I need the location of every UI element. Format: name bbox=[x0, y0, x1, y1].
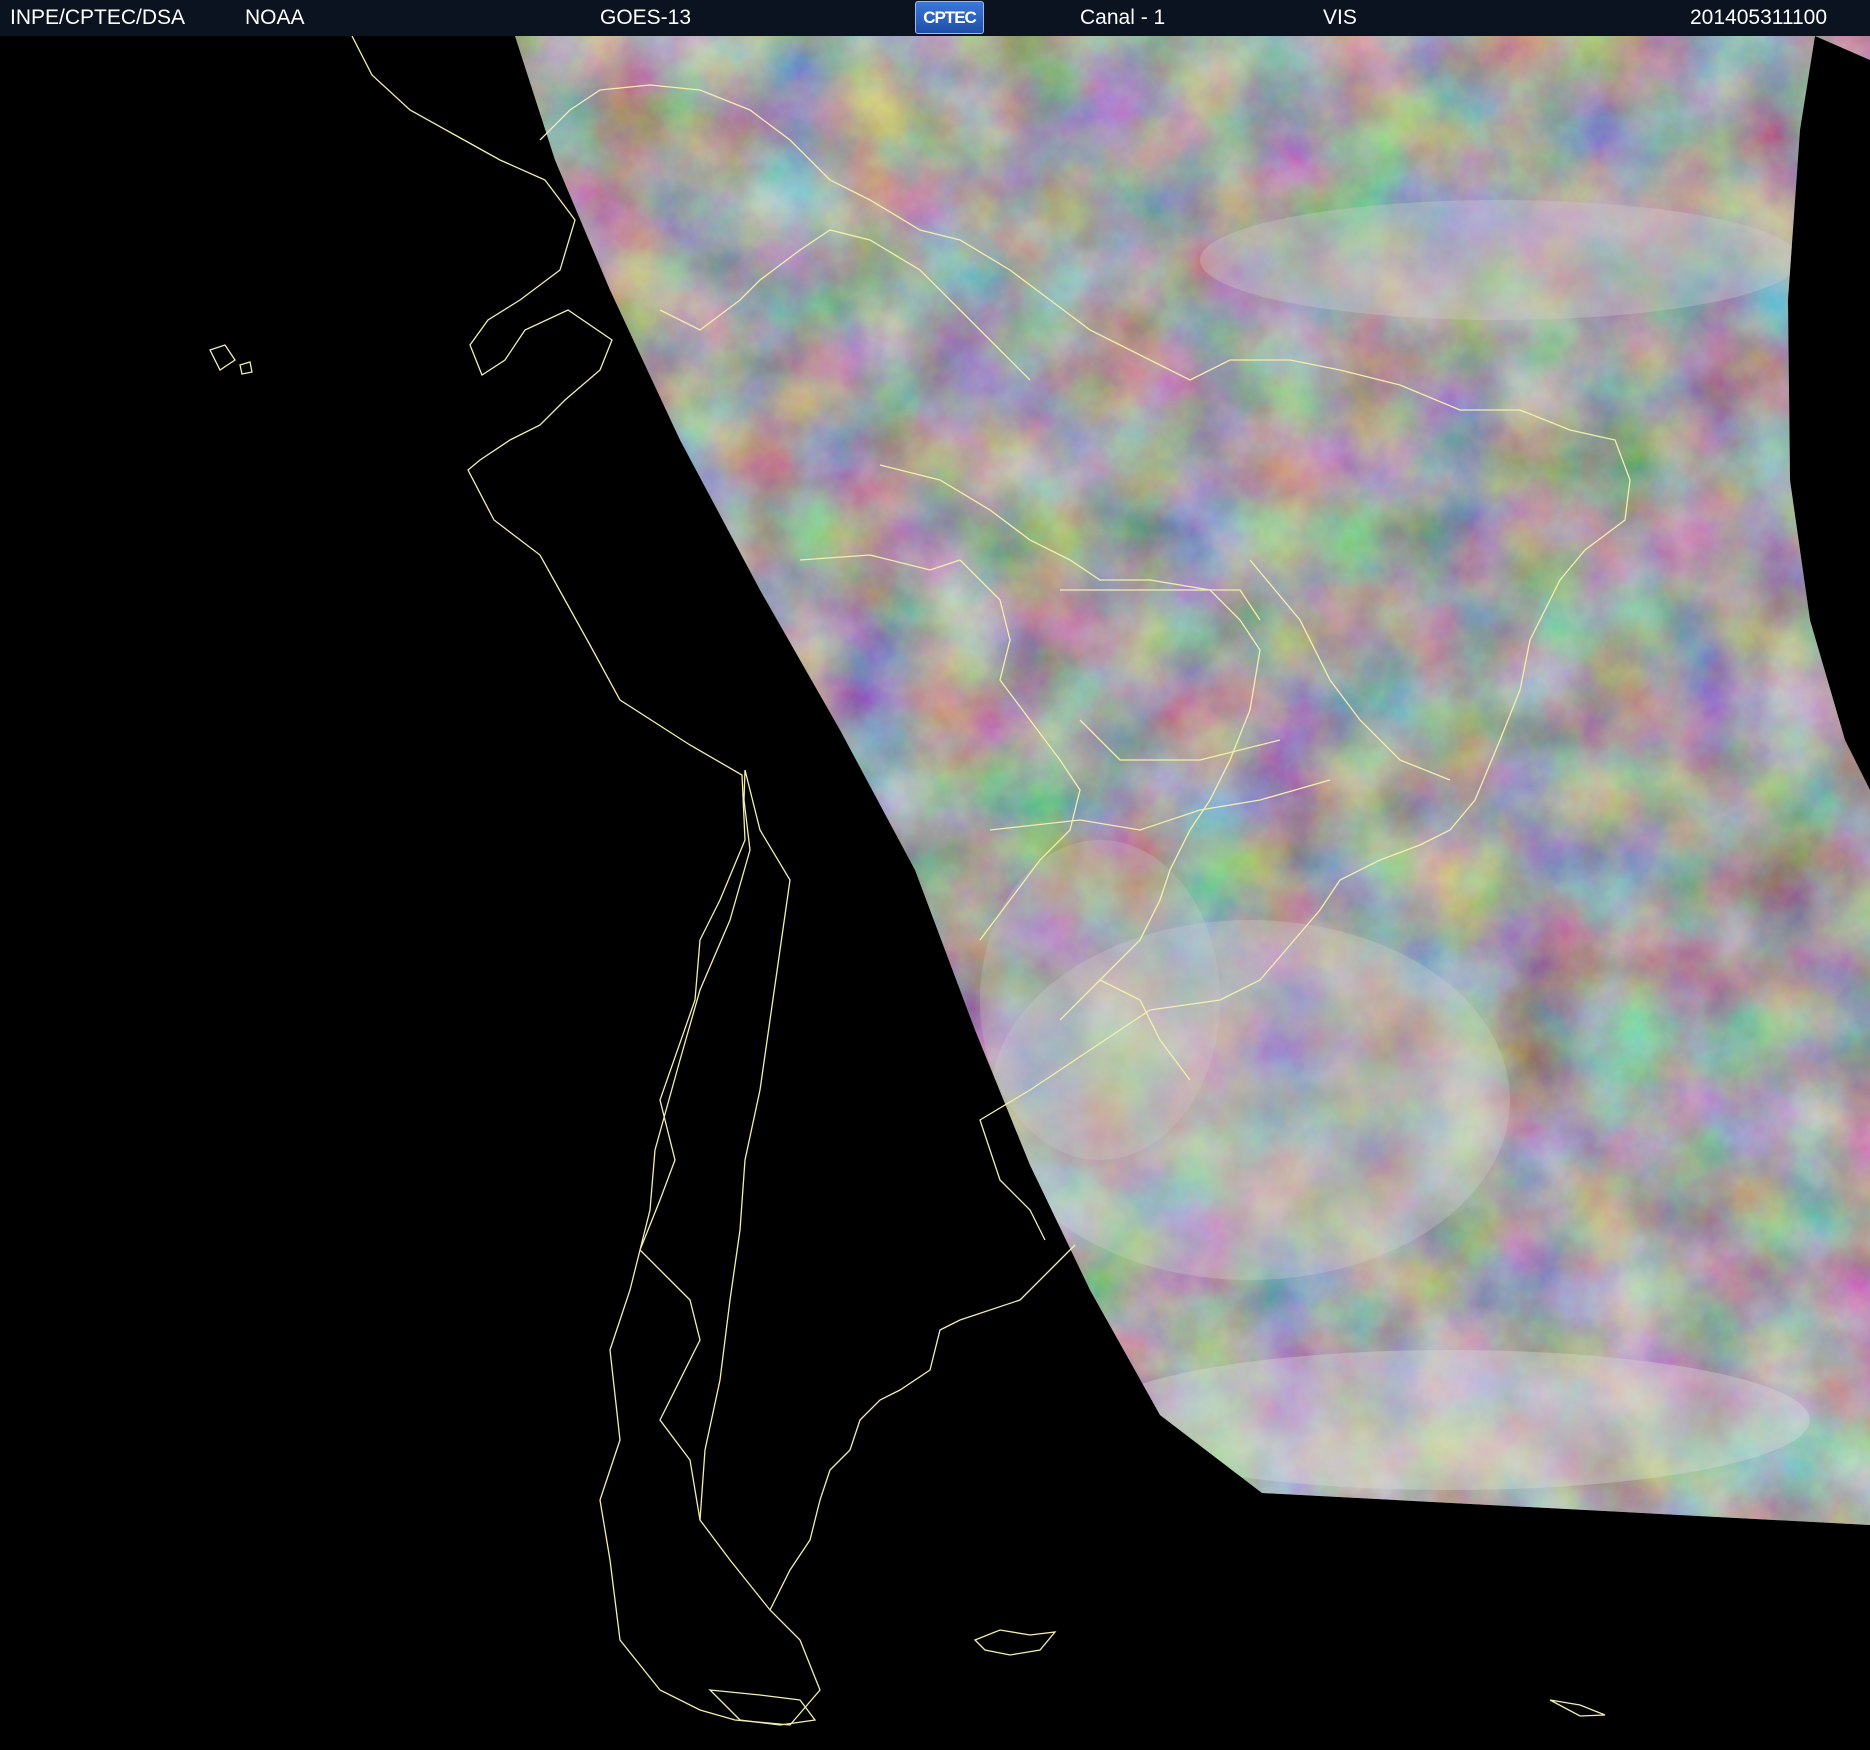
cptec-logo: CPTEC bbox=[915, 1, 984, 34]
agency-label: INPE/CPTEC/DSA bbox=[10, 6, 186, 29]
satellite-label: GOES-13 bbox=[600, 6, 692, 29]
source-label: NOAA bbox=[245, 6, 305, 29]
band-label: VIS bbox=[1323, 6, 1357, 29]
timestamp-label: 201405311100 bbox=[1690, 6, 1828, 29]
satellite-image bbox=[0, 36, 1870, 1750]
channel-label: Canal - 1 bbox=[1080, 6, 1166, 29]
image-header-bar: INPE/CPTEC/DSA NOAA GOES-13 CPTEC Canal … bbox=[0, 0, 1870, 37]
